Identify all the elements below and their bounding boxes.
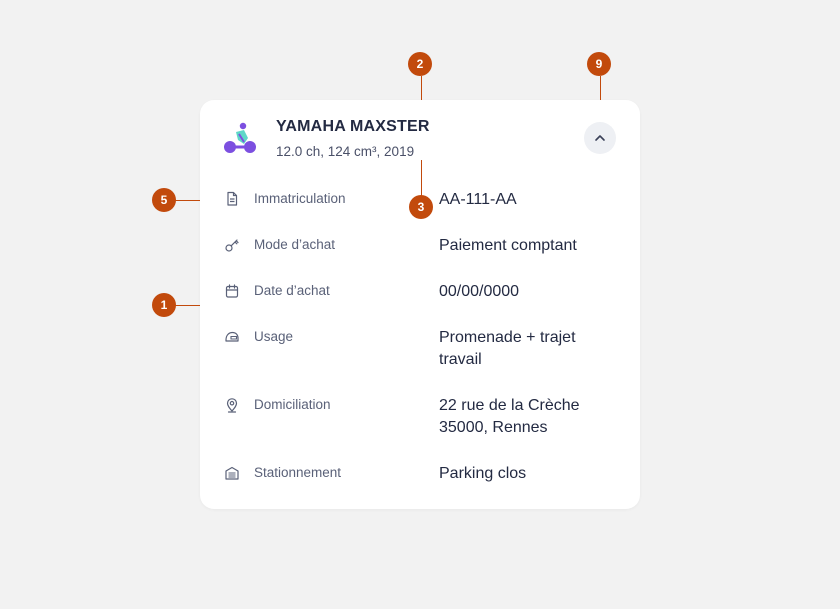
detail-value: 00/00/0000 (439, 283, 520, 300)
marker-5-leader (174, 199, 200, 201)
detail-value: 22 rue de la Crèche 35000, Rennes (439, 397, 580, 436)
detail-value: Paiement comptant (439, 237, 577, 254)
annotation-marker-1: 1 (152, 293, 176, 317)
calendar-icon (224, 283, 240, 299)
vehicle-title: YAMAHA MAXSTER (276, 118, 430, 135)
detail-value: AA-111-AA (439, 191, 517, 208)
annotation-marker-2: 2 (408, 52, 432, 76)
detail-label: Stationnement (254, 465, 342, 480)
helmet-icon (224, 329, 240, 345)
detail-label: Domiciliation (254, 397, 331, 412)
marker-1-leader (174, 304, 200, 306)
detail-label: Usage (254, 329, 294, 344)
detail-label: Mode d’achat (254, 237, 336, 252)
collapse-button[interactable] (584, 122, 616, 154)
garage-icon (224, 465, 240, 481)
chevron-up-icon (595, 135, 605, 141)
annotation-marker-5: 5 (152, 188, 176, 212)
marker-3-leader (420, 160, 422, 198)
detail-label: Date d’achat (254, 283, 330, 298)
location-pin-icon (224, 397, 240, 413)
vehicle-specs: 12.0 ch, 124 cm³, 2019 (276, 144, 415, 159)
annotation-marker-3: 3 (409, 195, 433, 219)
detail-value: Parking clos (439, 465, 527, 482)
annotation-marker-9: 9 (587, 52, 611, 76)
key-icon (224, 237, 240, 253)
detail-value: Promenade + trajet travail (439, 329, 576, 368)
document-icon (224, 191, 240, 207)
detail-label: Immatriculation (254, 191, 346, 206)
scooter-icon (222, 122, 258, 156)
